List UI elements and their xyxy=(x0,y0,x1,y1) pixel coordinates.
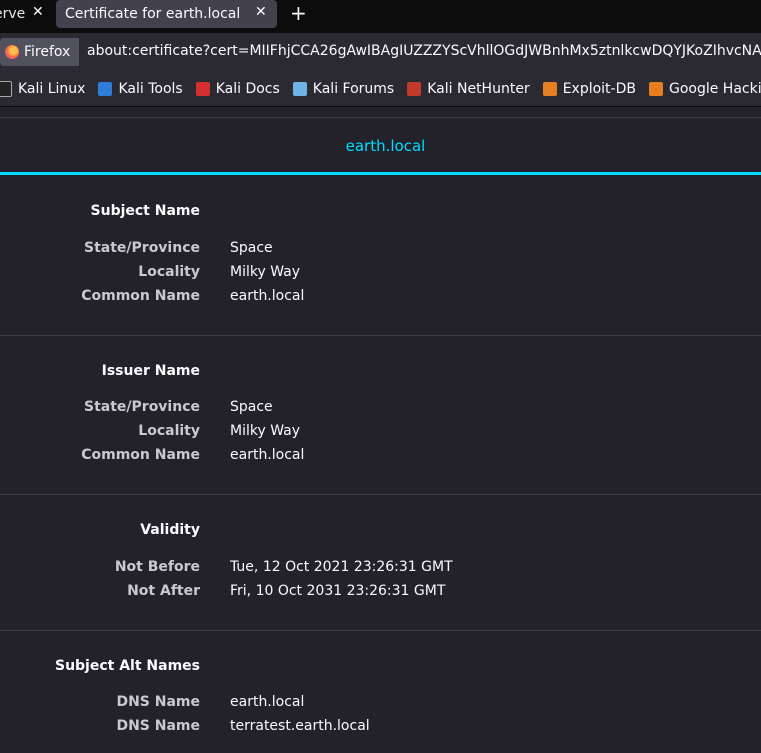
bookmark-label: Kali Tools xyxy=(118,80,183,97)
row-label: State/Province xyxy=(84,399,200,415)
row-value: Tue, 12 Oct 2021 23:26:31 GMT xyxy=(230,559,453,575)
bookmark-label: Kali Forums xyxy=(312,80,395,97)
row-value: Fri, 10 Oct 2031 23:26:31 GMT xyxy=(230,583,446,599)
close-tab-icon[interactable]: ✕ xyxy=(255,4,267,20)
bookmark-label: Kali Docs xyxy=(215,80,280,97)
certificate-title[interactable]: earth.local xyxy=(346,137,426,155)
firefox-icon xyxy=(5,45,19,59)
kali-docs-icon xyxy=(195,81,210,96)
kali-dragon-icon xyxy=(0,80,12,97)
toolbar-divider xyxy=(0,106,761,107)
bookmark-kali-docs[interactable]: Kali Docs xyxy=(195,80,280,97)
tab-certificate[interactable]: Certificate for earth.local ✕ xyxy=(56,0,277,28)
row-label: Common Name xyxy=(81,447,200,463)
tab-inactive[interactable]: erve ✕ xyxy=(0,0,52,28)
bookmark-label: Kali NetHunter xyxy=(427,80,530,97)
ghdb-icon xyxy=(648,81,663,96)
bookmark-ghdb[interactable]: Google Hacking DB xyxy=(648,80,761,97)
row-value: Space xyxy=(230,399,273,415)
exploit-db-icon xyxy=(542,81,557,96)
section-validity: Validity Not Before Tue, 12 Oct 2021 23:… xyxy=(0,494,761,630)
row-value: earth.local xyxy=(230,694,305,710)
bookmark-label: Kali Linux xyxy=(18,80,86,97)
identity-box[interactable]: Firefox xyxy=(0,38,79,66)
section-subject-name: Subject Name State/Province Space Locali… xyxy=(0,175,761,335)
section-heading: Validity xyxy=(140,522,200,538)
row-label: Locality xyxy=(138,423,200,439)
section-subject-alt-names: Subject Alt Names DNS Name earth.local D… xyxy=(0,630,761,753)
section-heading: Issuer Name xyxy=(101,363,200,379)
bookmarks-toolbar: Kali Linux Kali Tools Kali Docs Kali For… xyxy=(0,71,761,106)
section-heading: Subject Name xyxy=(90,203,200,219)
identity-label: Firefox xyxy=(24,44,71,60)
row-value: Milky Way xyxy=(230,423,301,439)
row-label: DNS Name xyxy=(116,694,200,710)
row-value: Space xyxy=(230,240,273,256)
bookmark-kali-tools[interactable]: Kali Tools xyxy=(98,80,183,97)
bookmark-kali-forums[interactable]: Kali Forums xyxy=(292,80,395,97)
tab-strip: erve ✕ Certificate for earth.local ✕ + xyxy=(0,0,761,33)
row-label: Not After xyxy=(127,583,200,599)
row-label: State/Province xyxy=(84,240,200,256)
tab-title: erve xyxy=(0,6,26,22)
tab-title: Certificate for earth.local xyxy=(65,6,241,22)
kali-tools-icon xyxy=(98,81,113,96)
row-label: Locality xyxy=(138,264,200,280)
row-value: earth.local xyxy=(230,288,305,304)
row-label: Not Before xyxy=(114,559,200,575)
row-value: terratest.earth.local xyxy=(230,718,370,734)
bookmark-kali-nethunter[interactable]: Kali NetHunter xyxy=(407,80,530,97)
kali-nethunter-icon xyxy=(407,81,422,96)
new-tab-button[interactable]: + xyxy=(290,1,307,25)
row-label: DNS Name xyxy=(116,718,200,734)
section-heading: Subject Alt Names xyxy=(54,658,200,674)
close-tab-icon[interactable]: ✕ xyxy=(32,4,44,20)
navigation-bar: Firefox about:certificate?cert=MIIFhjCCA… xyxy=(0,33,761,71)
row-value: Milky Way xyxy=(230,264,301,280)
kali-forums-icon xyxy=(292,81,307,96)
bookmark-exploit-db[interactable]: Exploit-DB xyxy=(542,80,636,97)
section-issuer-name: Issuer Name State/Province Space Localit… xyxy=(0,335,761,494)
row-label: Common Name xyxy=(81,288,200,304)
row-value: earth.local xyxy=(230,447,305,463)
bookmark-label: Exploit-DB xyxy=(562,80,636,97)
bookmark-label: Google Hacking DB xyxy=(668,80,761,97)
url-bar[interactable]: about:certificate?cert=MIIFhjCCA26gAwIBA… xyxy=(87,43,761,59)
bookmark-kali-linux[interactable]: Kali Linux xyxy=(0,80,86,97)
certificate-tab-header: earth.local xyxy=(0,117,761,174)
